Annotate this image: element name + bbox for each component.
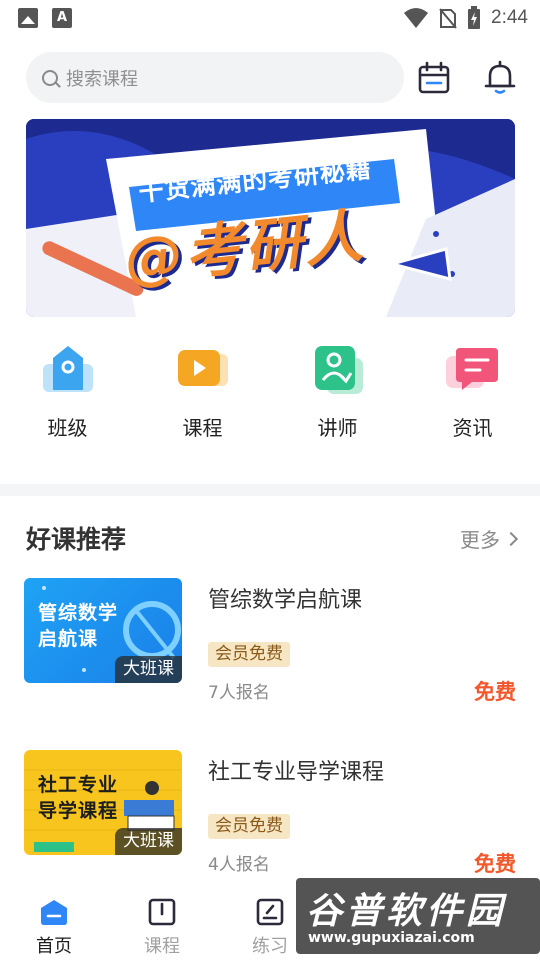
quick-nav-class[interactable]: 班级 (0, 340, 135, 441)
course-price: 免费 (474, 680, 516, 704)
image-notification-icon (18, 8, 38, 28)
course-title: 社工专业导学课程 (208, 760, 385, 785)
tab-label: 练习 (252, 936, 288, 957)
thumbnail-line2: 导学课程 (38, 800, 119, 822)
clock: 2:44 (491, 7, 528, 28)
course-price: 免费 (474, 852, 516, 876)
thumbnail-text: 社工专业 导学课程 (38, 772, 118, 824)
quick-nav-label: 课程 (182, 416, 223, 440)
battery-charging-icon (468, 6, 481, 29)
watermark-title: 谷普软件园 (306, 891, 507, 932)
quick-nav: 班级 课程 讲师 资讯 (0, 340, 540, 441)
course-thumbnail: 管综数学 启航课 大班课 (24, 578, 182, 683)
search-bar[interactable]: 搜索课程 (26, 52, 404, 103)
no-sim-icon (439, 8, 457, 29)
thumbnail-text: 管综数学 启航课 (38, 600, 118, 652)
course-title: 管综数学启航课 (208, 588, 363, 613)
more-link[interactable]: 更多 (460, 524, 519, 553)
course-thumbnail: 社工专业 导学课程 大班课 (24, 750, 182, 855)
wifi-icon (404, 8, 429, 28)
calendar-icon[interactable] (414, 58, 454, 98)
status-bar: A 2:44 (0, 0, 540, 36)
a-notification-icon: A (52, 8, 72, 28)
class-icon (42, 346, 93, 392)
teacher-icon (314, 346, 363, 394)
site-watermark: 谷普软件园 www.gupuxiazai.com (296, 878, 540, 954)
book-icon (148, 898, 176, 926)
thumbnail-line2: 启航课 (38, 628, 99, 650)
tab-practice[interactable]: 练习 (240, 898, 300, 958)
thumbnail-line1: 管综数学 (38, 602, 119, 624)
member-free-tag: 会员免费 (208, 642, 290, 667)
quick-nav-label: 资讯 (452, 416, 493, 440)
thumbnail-line1: 社工专业 (38, 774, 119, 796)
tab-home[interactable]: 首页 (24, 898, 84, 958)
more-label: 更多 (460, 528, 500, 552)
quick-nav-news[interactable]: 资讯 (405, 340, 540, 441)
course-card[interactable]: 社工专业 导学课程 大班课 社工专业导学课程 会员免费 4人报名 免费 (24, 750, 516, 876)
search-icon (42, 69, 58, 86)
bell-icon[interactable] (480, 58, 520, 98)
home-icon (41, 900, 67, 925)
tab-course[interactable]: 课程 (132, 898, 192, 958)
tab-label: 课程 (144, 936, 180, 957)
course-play-icon (177, 350, 228, 386)
edit-icon (256, 898, 284, 926)
news-icon (445, 348, 498, 390)
section-title: 好课推荐 (26, 525, 127, 554)
promo-banner[interactable]: 干货满满的考研秘籍 @考研人 (26, 119, 515, 317)
quick-nav-teacher[interactable]: 讲师 (270, 340, 405, 441)
chevron-right-icon (503, 531, 519, 546)
course-card[interactable]: 管综数学 启航课 大班课 管综数学启航课 会员免费 7人报名 免费 (24, 578, 516, 704)
watermark-url: www.gupuxiazai.com (308, 930, 475, 946)
section-divider (0, 484, 540, 496)
quick-nav-course[interactable]: 课程 (135, 340, 270, 441)
quick-nav-label: 班级 (47, 416, 88, 440)
class-type-badge: 大班课 (115, 656, 182, 683)
quick-nav-label: 讲师 (317, 416, 358, 440)
tab-label: 首页 (36, 936, 72, 957)
class-type-badge: 大班课 (115, 828, 182, 855)
search-placeholder: 搜索课程 (66, 68, 138, 90)
member-free-tag: 会员免费 (208, 814, 290, 839)
enroll-count: 4人报名 (208, 855, 270, 875)
enroll-count: 7人报名 (208, 683, 270, 703)
